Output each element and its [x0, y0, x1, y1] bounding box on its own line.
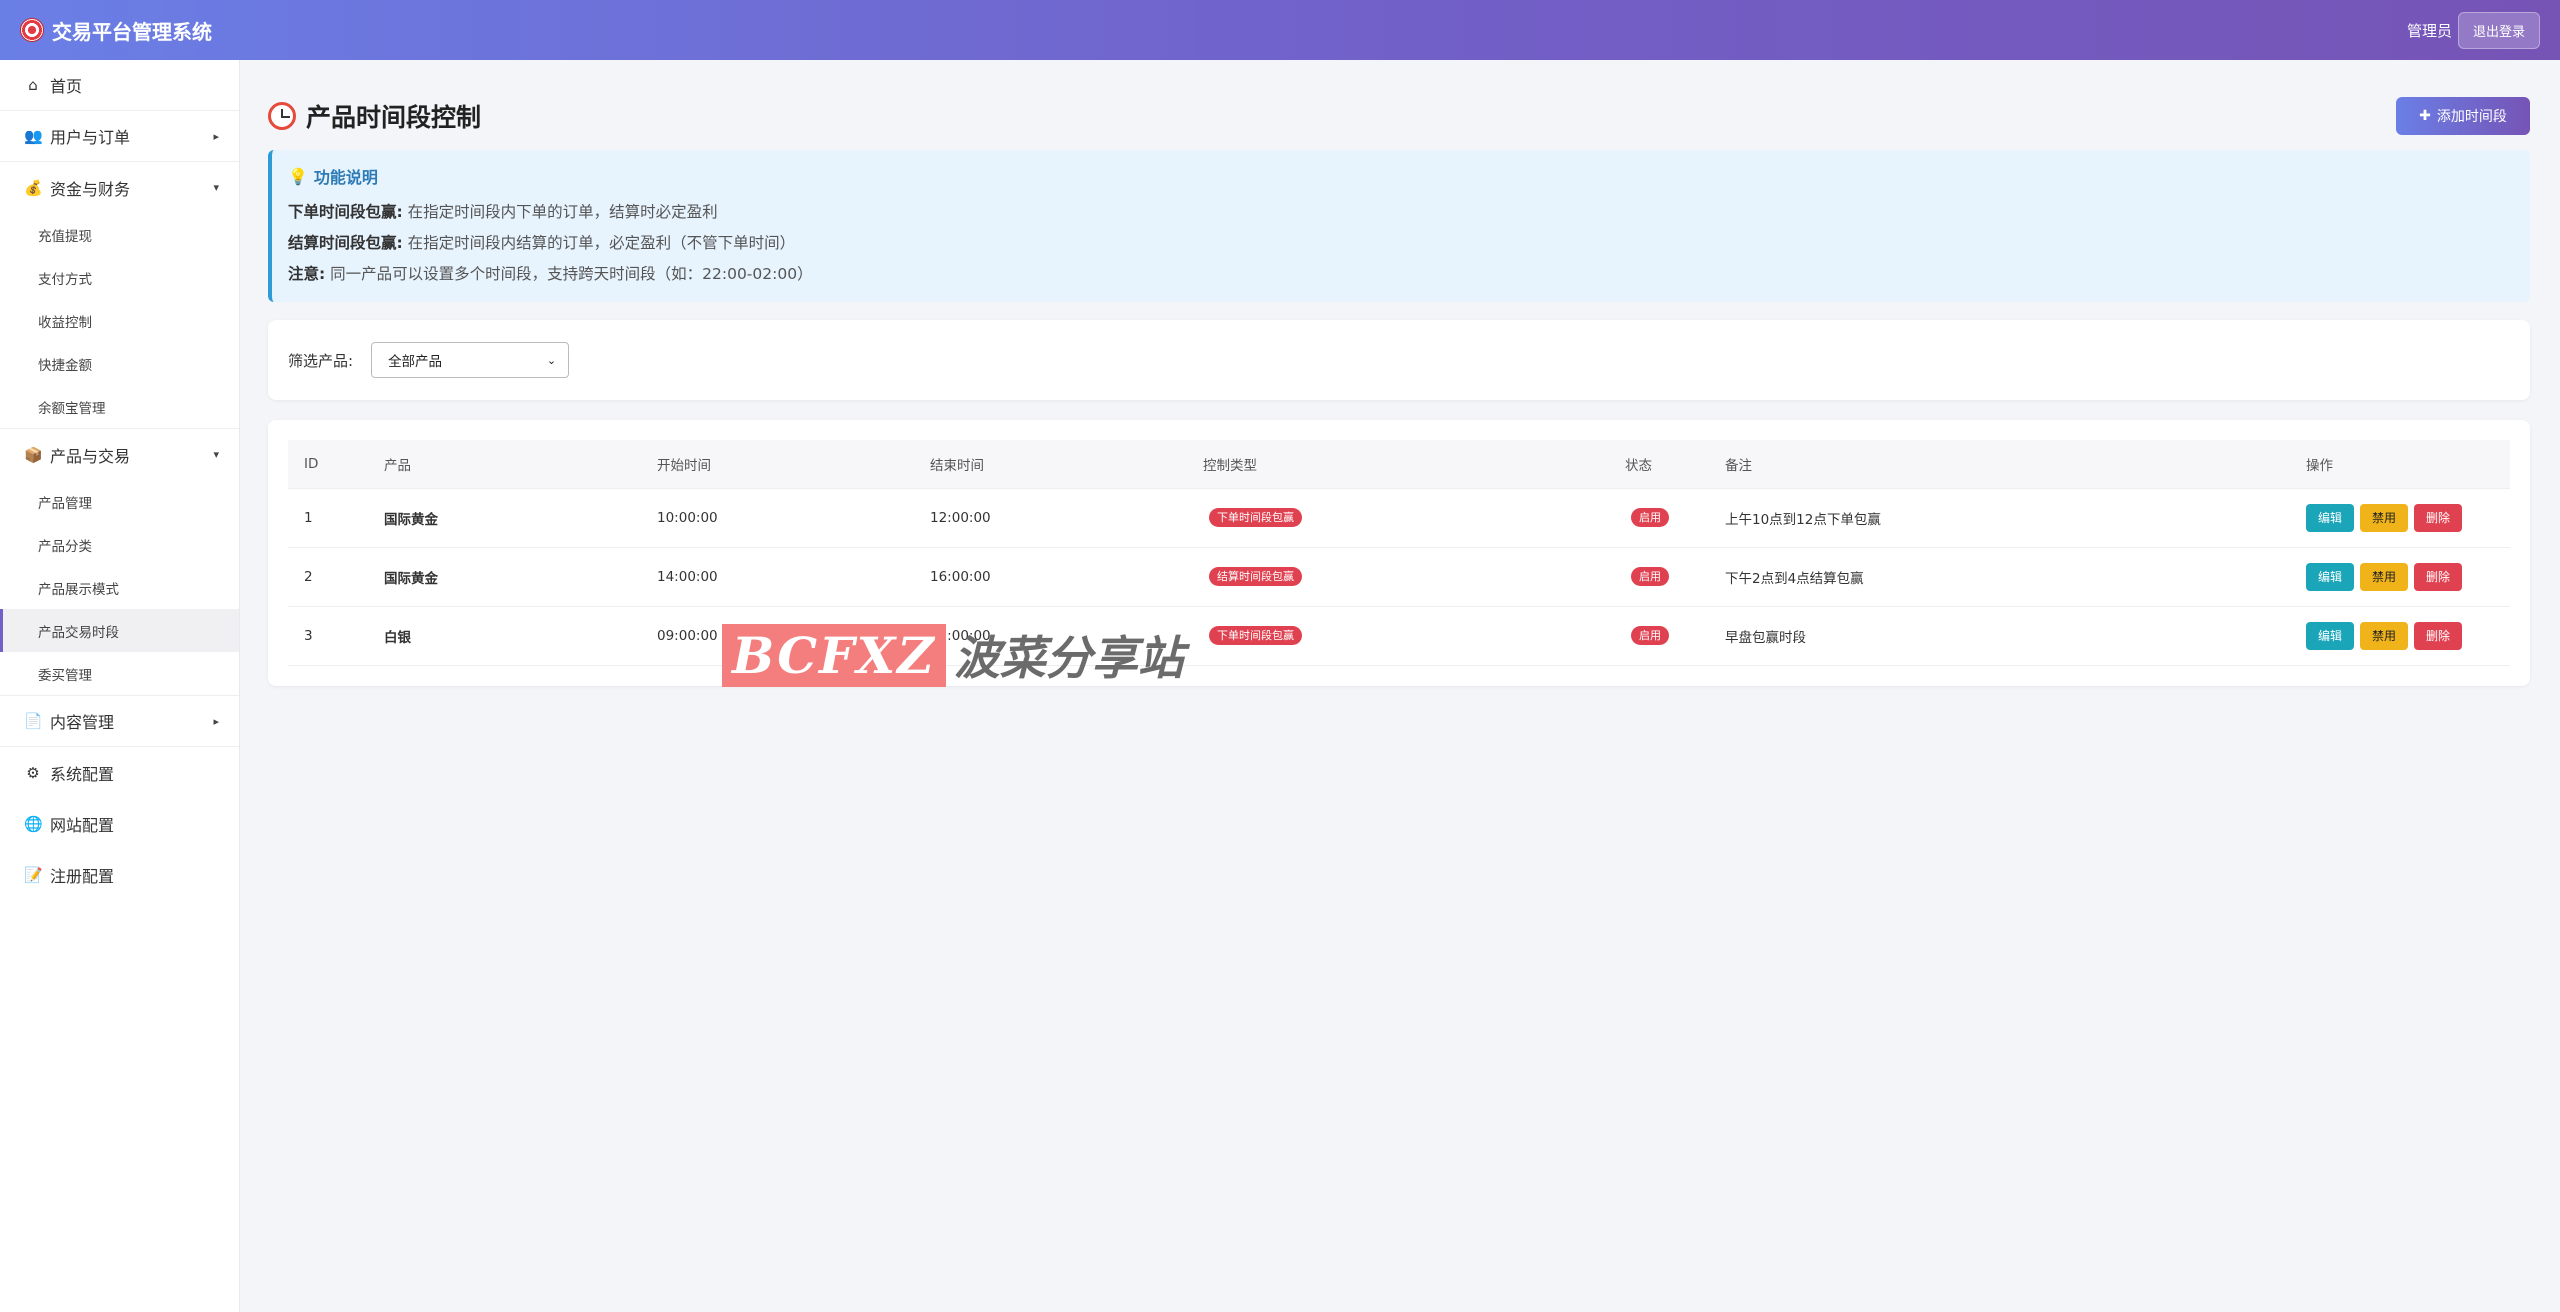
sidebar-subitem-product-mgmt[interactable]: 产品管理: [0, 480, 239, 523]
product-filter-select[interactable]: 全部产品 ⌄: [371, 342, 570, 378]
disable-button[interactable]: 禁用: [2360, 562, 2408, 591]
col-start: 开始时间: [641, 440, 914, 489]
disable-button[interactable]: 禁用: [2360, 503, 2408, 532]
col-status: 状态: [1609, 440, 1709, 489]
sidebar: ⌂ 首页 👥 用户与订单 ▸ 💰 资金与财务 ▾ 充值提现 支付方式 收益控制 快捷金…: [0, 60, 240, 1312]
sidebar-item-site-config[interactable]: 🌐 网站配置: [0, 798, 239, 849]
table-header-row: ID 产品 开始时间 结束时间 控制类型 状态 备注 操作: [288, 440, 2510, 489]
top-header: 交易平台管理系统 管理员 退出登录: [0, 0, 2560, 60]
disable-button[interactable]: 禁用: [2360, 621, 2408, 650]
sidebar-item-home[interactable]: ⌂ 首页: [0, 60, 239, 111]
users-icon: 👥: [24, 127, 43, 145]
info-title: 💡 功能说明: [288, 166, 378, 188]
gear-icon: ⚙: [26, 763, 40, 782]
table-row: 2 国际黄金 14:00:00 16:00:00 结算时间段包赢 启用 下午2点…: [288, 547, 2510, 607]
edit-button[interactable]: 编辑: [2306, 562, 2354, 591]
sidebar-item-products[interactable]: 📦 产品与交易 ▾: [0, 429, 239, 480]
delete-button[interactable]: 删除: [2414, 503, 2462, 532]
document-icon: 📄: [24, 712, 43, 730]
time-slot-table: ID 产品 开始时间 结束时间 控制类型 状态 备注 操作 1 国际黄金 10:…: [288, 440, 2510, 666]
products-submenu: 产品管理 产品分类 产品展示模式 产品交易时段 委买管理: [0, 480, 239, 696]
delete-button[interactable]: 删除: [2414, 621, 2462, 650]
col-product: 产品: [368, 440, 641, 489]
sidebar-subitem-profit[interactable]: 收益控制: [0, 299, 239, 342]
delete-button[interactable]: 删除: [2414, 562, 2462, 591]
status-badge: 启用: [1631, 626, 1669, 645]
sidebar-subitem-display-mode[interactable]: 产品展示模式: [0, 566, 239, 609]
sidebar-subitem-entrust[interactable]: 委买管理: [0, 652, 239, 695]
sidebar-subitem-yuebao[interactable]: 余额宝管理: [0, 385, 239, 428]
plus-icon: ✚: [2419, 108, 2431, 124]
info-line: 结算时间段包赢: 在指定时间段内结算的订单，必定盈利（不管下单时间）: [288, 234, 796, 252]
edit-button[interactable]: 编辑: [2306, 621, 2354, 650]
chevron-down-icon: ⌄: [546, 353, 557, 367]
control-type-badge: 下单时间段包赢: [1209, 626, 1302, 645]
app-brand: 交易平台管理系统: [20, 16, 212, 45]
col-id: ID: [288, 440, 368, 489]
time-slot-table-card: ID 产品 开始时间 结束时间 控制类型 状态 备注 操作 1 国际黄金 10:…: [268, 420, 2530, 686]
chevron-right-icon: ▸: [213, 129, 219, 143]
lightbulb-icon: 💡: [288, 166, 308, 186]
memo-icon: 📝: [24, 865, 43, 884]
package-icon: 📦: [24, 445, 43, 464]
status-badge: 启用: [1631, 567, 1669, 586]
col-note: 备注: [1709, 440, 2290, 489]
table-row: 1 国际黄金 10:00:00 12:00:00 下单时间段包赢 启用 上午10…: [288, 488, 2510, 548]
filter-card: 筛选产品: 全部产品 ⌄: [268, 320, 2530, 400]
info-line: 注意: 同一产品可以设置多个时间段，支持跨天时间段（如：22:00-02:00）: [288, 265, 813, 283]
sidebar-subitem-recharge[interactable]: 充值提现: [0, 213, 239, 256]
globe-icon: 🌐: [24, 814, 43, 833]
finance-submenu: 充值提现 支付方式 收益控制 快捷金额 余额宝管理: [0, 213, 239, 429]
sidebar-subitem-trading-hours[interactable]: 产品交易时段: [0, 609, 239, 652]
status-badge: 启用: [1631, 508, 1669, 527]
col-end: 结束时间: [914, 440, 1187, 489]
main-content: 产品时间段控制 ✚ 添加时间段 💡 功能说明 下单时间段包赢: 在指定时间段内下…: [268, 60, 2530, 686]
alarm-clock-icon: [268, 102, 296, 130]
home-icon: ⌂: [28, 76, 38, 94]
page-title: 产品时间段控制: [268, 98, 481, 134]
chevron-down-icon: ▾: [213, 181, 219, 194]
control-type-badge: 下单时间段包赢: [1209, 508, 1302, 527]
chevron-down-icon: ▾: [213, 448, 219, 461]
filter-label: 筛选产品:: [288, 351, 354, 370]
money-bag-icon: 💰: [24, 178, 43, 197]
control-type-badge: 结算时间段包赢: [1209, 567, 1302, 586]
info-line: 下单时间段包赢: 在指定时间段内下单的订单，结算时必定盈利: [288, 203, 718, 221]
user-area: 管理员 退出登录: [2406, 11, 2540, 49]
user-label: 管理员: [2406, 21, 2452, 40]
logout-button[interactable]: 退出登录: [2457, 11, 2540, 49]
sidebar-item-system-config[interactable]: ⚙ 系统配置: [0, 747, 239, 798]
sidebar-item-register-config[interactable]: 📝 注册配置: [0, 849, 239, 900]
add-time-slot-button[interactable]: ✚ 添加时间段: [2396, 97, 2530, 135]
sidebar-subitem-product-category[interactable]: 产品分类: [0, 523, 239, 566]
info-panel: 💡 功能说明 下单时间段包赢: 在指定时间段内下单的订单，结算时必定盈利 结算时…: [268, 150, 2530, 302]
sidebar-item-finance[interactable]: 💰 资金与财务 ▾: [0, 162, 239, 213]
chevron-right-icon: ▸: [213, 714, 219, 728]
app-title: 交易平台管理系统: [52, 19, 212, 44]
sidebar-item-users-orders[interactable]: 👥 用户与订单 ▸: [0, 111, 239, 162]
page-header: 产品时间段控制 ✚ 添加时间段: [268, 60, 2530, 160]
col-type: 控制类型: [1187, 440, 1609, 489]
edit-button[interactable]: 编辑: [2306, 503, 2354, 532]
sidebar-subitem-payment[interactable]: 支付方式: [0, 256, 239, 299]
sidebar-subitem-quick-amount[interactable]: 快捷金额: [0, 342, 239, 385]
sidebar-item-content[interactable]: 📄 内容管理 ▸: [0, 696, 239, 747]
target-icon: [20, 18, 44, 42]
table-row: 3 白银 09:00:00 11:00:00 下单时间段包赢 启用 早盘包赢时段…: [288, 606, 2510, 666]
col-actions: 操作: [2290, 440, 2510, 489]
